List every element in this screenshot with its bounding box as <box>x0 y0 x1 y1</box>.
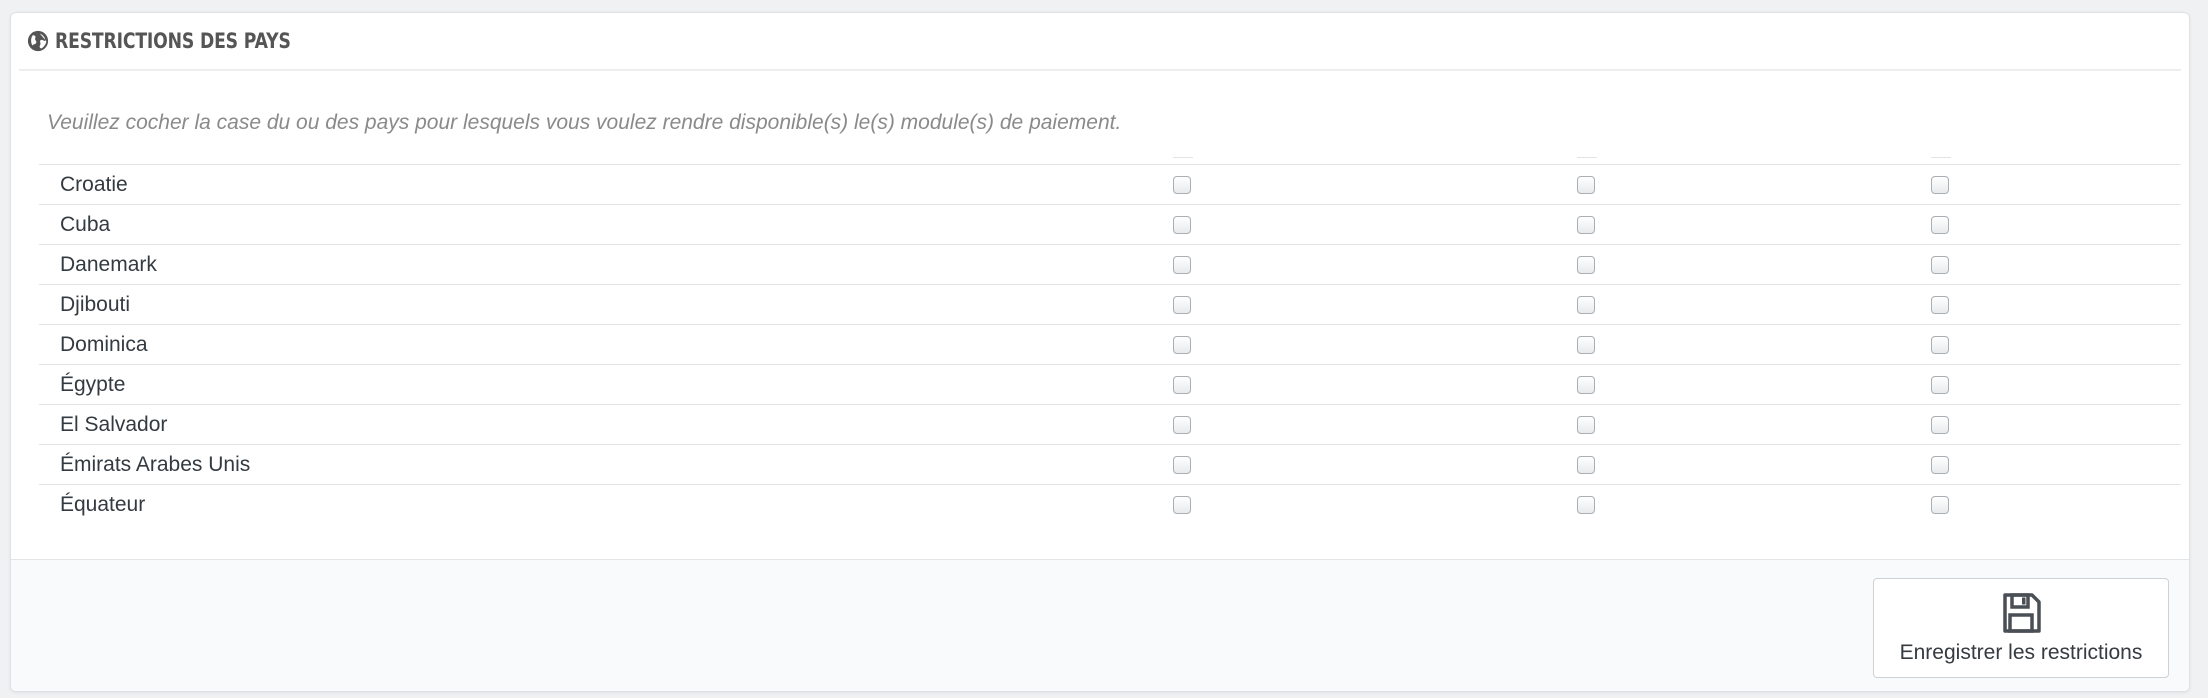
country-name: Danemark <box>60 253 157 276</box>
save-button-label: Enregistrer les restrictions <box>1899 641 2143 664</box>
save-restrictions-button[interactable]: Enregistrer les restrictions <box>1873 578 2169 678</box>
restriction-checkbox[interactable] <box>1577 336 1595 354</box>
column-header <box>1173 157 1193 160</box>
country-restrictions-panel: RESTRICTIONS DES PAYS Veuillez cocher la… <box>10 12 2190 692</box>
restriction-checkbox[interactable] <box>1931 296 1949 314</box>
panel-heading: RESTRICTIONS DES PAYS <box>11 13 2189 69</box>
restriction-checkbox[interactable] <box>1577 456 1595 474</box>
panel-title: RESTRICTIONS DES PAYS <box>55 29 291 53</box>
countries-table: Croatie Cuba Danemark Djibouti Dominica Égypt… <box>39 151 2181 525</box>
restriction-checkbox[interactable] <box>1931 456 1949 474</box>
table-row: Émirats Arabes Unis <box>39 445 2181 485</box>
restriction-checkbox[interactable] <box>1173 176 1191 194</box>
restriction-checkbox[interactable] <box>1931 336 1949 354</box>
restriction-checkbox[interactable] <box>1577 296 1595 314</box>
restriction-checkbox[interactable] <box>1577 376 1595 394</box>
country-name: Équateur <box>60 493 146 516</box>
restriction-checkbox[interactable] <box>1931 496 1949 514</box>
table-row: Égypte <box>39 365 2181 405</box>
table-body: Croatie Cuba Danemark Djibouti Dominica Égypt… <box>39 165 2181 525</box>
restriction-checkbox[interactable] <box>1931 216 1949 234</box>
heading-divider <box>19 69 2181 71</box>
country-name: Croatie <box>60 173 128 196</box>
country-name: Djibouti <box>60 293 131 316</box>
restriction-checkbox[interactable] <box>1577 416 1595 434</box>
table-row: El Salvador <box>39 405 2181 445</box>
help-text: Veuillez cocher la case du ou des pays p… <box>47 111 1122 134</box>
table-row: Danemark <box>39 245 2181 285</box>
restriction-checkbox[interactable] <box>1577 256 1595 274</box>
restriction-checkbox[interactable] <box>1931 176 1949 194</box>
globe-icon <box>27 30 49 52</box>
restriction-checkbox[interactable] <box>1577 496 1595 514</box>
table-row: Croatie <box>39 165 2181 205</box>
restriction-checkbox[interactable] <box>1931 256 1949 274</box>
restriction-checkbox[interactable] <box>1173 216 1191 234</box>
column-header <box>1577 157 1597 160</box>
table-row: Cuba <box>39 205 2181 245</box>
table-header-row <box>39 151 2181 165</box>
floppy-disk-icon <box>2003 593 2041 633</box>
column-header <box>1931 157 1951 160</box>
country-name: Émirats Arabes Unis <box>60 453 251 476</box>
table-row: Équateur <box>39 485 2181 525</box>
panel-footer: Enregistrer les restrictions <box>11 559 2189 691</box>
table-row: Djibouti <box>39 285 2181 325</box>
restriction-checkbox[interactable] <box>1173 256 1191 274</box>
restriction-checkbox[interactable] <box>1931 416 1949 434</box>
country-name: Cuba <box>60 213 111 236</box>
restriction-checkbox[interactable] <box>1931 376 1949 394</box>
restriction-checkbox[interactable] <box>1577 176 1595 194</box>
restriction-checkbox[interactable] <box>1173 336 1191 354</box>
restriction-checkbox[interactable] <box>1173 416 1191 434</box>
country-name: Dominica <box>60 333 148 356</box>
restriction-checkbox[interactable] <box>1173 376 1191 394</box>
restriction-checkbox[interactable] <box>1173 296 1191 314</box>
table-row: Dominica <box>39 325 2181 365</box>
restriction-checkbox[interactable] <box>1577 216 1595 234</box>
country-name: Égypte <box>60 373 126 396</box>
restriction-checkbox[interactable] <box>1173 456 1191 474</box>
restriction-checkbox[interactable] <box>1173 496 1191 514</box>
country-name: El Salvador <box>60 413 168 436</box>
